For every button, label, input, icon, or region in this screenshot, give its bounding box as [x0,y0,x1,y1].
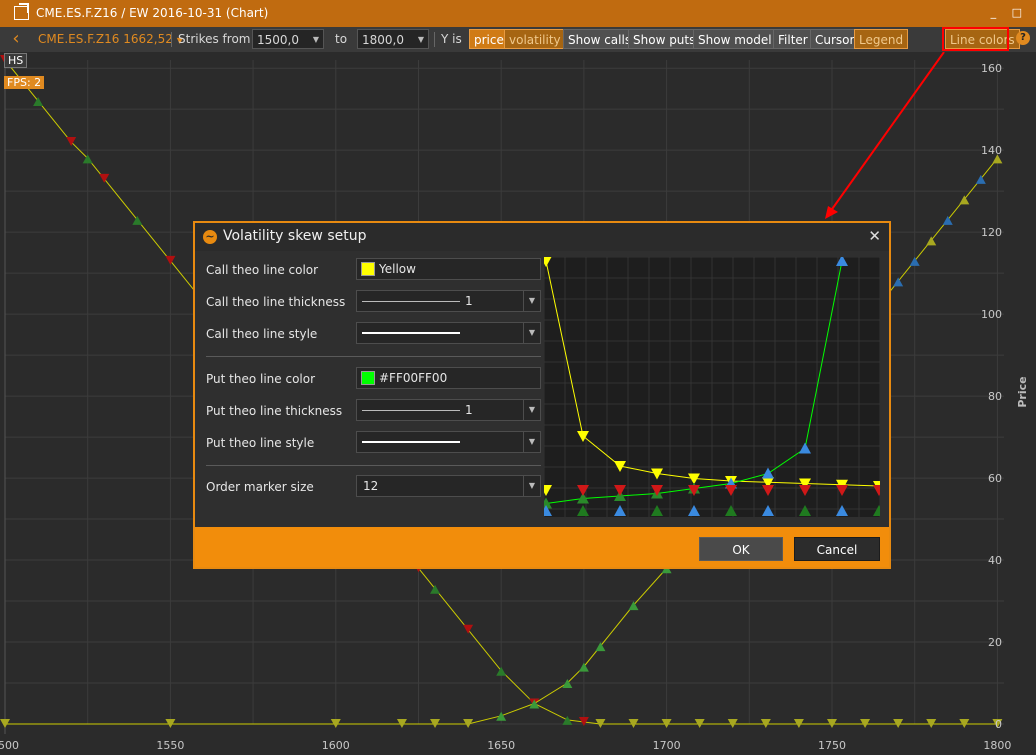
x-tick-label: 1800 [983,739,1011,752]
thickness-preview-line [362,410,460,411]
show-calls-button[interactable]: Show calls [563,29,637,49]
x-tick-label: 1750 [818,739,846,752]
dialog-footer: OK Cancel [195,527,889,567]
thickness-preview-line [362,301,460,302]
marker-size-label: Order marker size [206,480,314,494]
y-tick-label: 60 [988,472,1002,485]
chevron-down-icon[interactable]: ▼ [523,400,540,420]
toolbar-separator [434,32,435,47]
style-preview-line [362,441,460,443]
x-tick-label: 1650 [487,739,515,752]
line-colors-highlight [942,27,1009,51]
dialog-title: Volatility skew setup [223,228,367,244]
help-icon[interactable]: ? [1016,31,1030,45]
show-model-button[interactable]: Show model [693,29,777,49]
cancel-button[interactable]: Cancel [794,537,880,561]
close-icon[interactable]: ✕ [868,227,881,245]
y-tick-label: 40 [988,554,1002,567]
y-axis-title: Price [1016,376,1029,407]
style-preview-line [362,332,460,334]
call-thickness-label: Call theo line thickness [206,295,346,309]
put-color-picker[interactable]: #FF00FF00 [356,367,541,389]
section-divider [206,465,541,466]
show-puts-button[interactable]: Show puts [628,29,701,49]
window-controls[interactable]: _ □ [991,6,1028,19]
put-thickness-label: Put theo line thickness [206,404,343,418]
instrument-selector[interactable]: CME.ES.F.Z16 1662,52 ▼ [38,29,183,49]
chevron-down-icon[interactable]: ▼ [523,323,540,343]
x-tick-label: 1600 [322,739,350,752]
hs-tag[interactable]: HS [4,53,28,68]
filter-button[interactable]: Filter [773,29,813,49]
chevron-down-icon[interactable]: ▼ [523,291,540,311]
y-tick-label: 120 [981,226,1002,239]
put-color-label: Put theo line color [206,372,316,386]
x-tick-label: 1550 [156,739,184,752]
call-thickness-value: 1 [465,294,473,308]
chevron-down-icon[interactable]: ▼ [523,476,540,496]
put-style-label: Put theo line style [206,436,315,450]
y-is-label: Y is [441,32,462,46]
y-tick-label: 0 [995,718,1002,731]
preview-chart [544,257,880,517]
toolbar-separator [171,32,172,47]
call-style-label: Call theo line style [206,327,318,341]
call-thickness-select[interactable]: 1 ▼ [356,290,541,312]
ok-button[interactable]: OK [699,537,783,561]
title-bar: CME.ES.F.Z16 / EW 2016-10-31 (Chart) _ □ [0,0,1036,27]
call-color-picker[interactable]: Yellow [356,258,541,280]
strikes-to-value: 1800,0 [362,33,404,47]
instrument-label: CME.ES.F.Z16 1662,52 [38,32,173,46]
call-color-swatch [361,262,375,276]
toolbar: ‹ CME.ES.F.Z16 1662,52 ▼ Strikes from 15… [0,27,1036,53]
put-style-select[interactable]: ▼ [356,431,541,453]
put-color-swatch [361,371,375,385]
y-tick-label: 160 [981,62,1002,75]
y-tick-label: 20 [988,636,1002,649]
y-tick-label: 140 [981,144,1002,157]
legend-button[interactable]: Legend [854,29,909,49]
strikes-from-field[interactable]: 1500,0 ▼ [252,29,324,49]
cursor-button[interactable]: Cursor [810,29,860,49]
call-color-value: Yellow [379,262,416,276]
call-color-label: Call theo line color [206,263,319,277]
app-logo-icon: ~ [203,230,217,244]
put-thickness-value: 1 [465,403,473,417]
y-tick-label: 80 [988,390,1002,403]
back-arrow-icon[interactable]: ‹ [6,29,26,49]
y-tick-label: 100 [981,308,1002,321]
strikes-from-label: Strikes from [178,32,251,46]
marker-size-select[interactable]: 12 ▼ [356,475,541,497]
x-tick-label: 1700 [653,739,681,752]
window-title: CME.ES.F.Z16 / EW 2016-10-31 (Chart) [36,6,269,20]
fps-counter: FPS: 2 [4,76,45,89]
dialog-header: ~ Volatility skew setup ✕ [195,223,889,251]
section-divider [206,356,541,357]
y-volatility-button[interactable]: volatility [504,29,566,49]
to-label: to [335,32,348,46]
chart-window-icon [14,3,29,20]
put-color-value: #FF00FF00 [379,371,448,385]
marker-size-value: 12 [363,479,379,493]
strikes-from-value: 1500,0 [257,33,299,47]
strikes-to-field[interactable]: 1800,0 ▼ [357,29,429,49]
volatility-skew-dialog: ~ Volatility skew setup ✕ Call theo line… [193,221,891,569]
call-style-select[interactable]: ▼ [356,322,541,344]
chevron-down-icon[interactable]: ▼ [523,432,540,452]
put-thickness-select[interactable]: 1 ▼ [356,399,541,421]
y-price-button[interactable]: price [469,29,509,49]
x-tick-label: 1500 [0,739,19,752]
